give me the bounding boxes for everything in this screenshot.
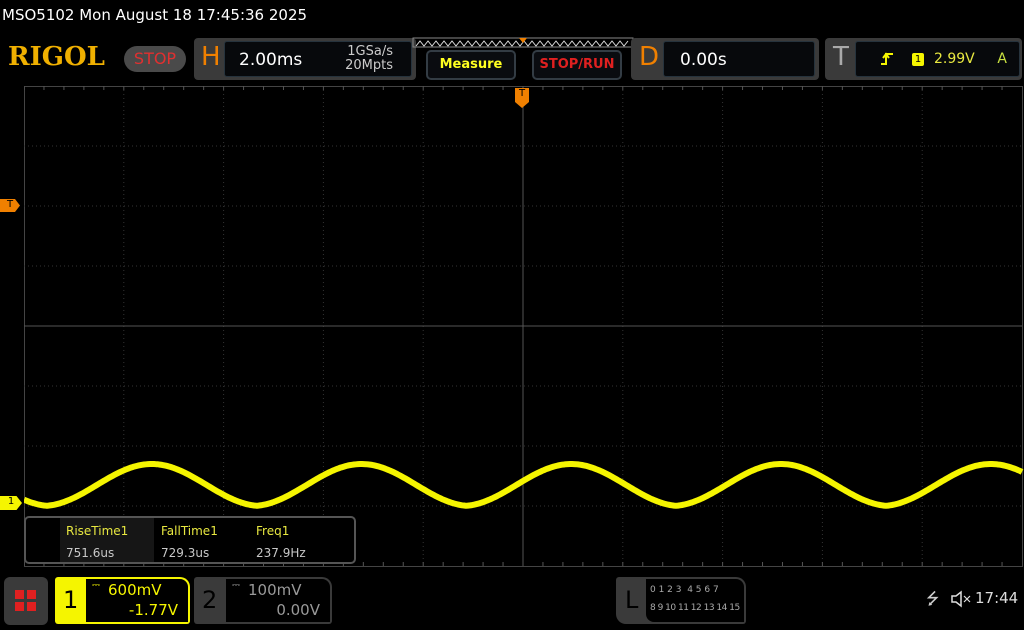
measurement-value: 237.9Hz: [256, 546, 306, 560]
channel-number: 2: [202, 586, 218, 614]
channel-scale: 600mV: [108, 581, 162, 599]
trigger-letter: T: [833, 42, 849, 72]
trigger-panel[interactable]: T 1 2.99V A: [825, 38, 1022, 80]
logic-analyzer-button[interactable]: L 0 1 2 3 4 5 6 7 8 9 10 11 12 13 14 15: [616, 577, 746, 624]
measurement-label: Freq1: [256, 524, 290, 538]
delay-value: 0.00s: [680, 50, 727, 70]
waveform-display[interactable]: [24, 86, 1024, 568]
logic-letter: L: [625, 586, 639, 614]
measurement-label: RiseTime1: [66, 524, 129, 538]
channel2-button[interactable]: 2 ⎓ 100mV 0.00V: [194, 577, 332, 624]
app-menu-button[interactable]: [4, 577, 48, 625]
window-title: MSO5102 Mon August 18 17:45:36 2025: [2, 6, 308, 24]
channel-offset: -1.77V: [128, 601, 178, 619]
measurement-panel: RiseTime1 751.6us FallTime1 729.3us Freq…: [24, 516, 356, 564]
measurement-label: FallTime1: [161, 524, 218, 538]
delay-letter: D: [639, 42, 660, 72]
channel-offset: 0.00V: [276, 601, 320, 619]
memory-position-bar[interactable]: [412, 37, 634, 49]
measure-button[interactable]: Measure: [426, 50, 516, 80]
horizontal-panel[interactable]: H 2.00ms 1GSa/s 20Mpts: [194, 38, 416, 80]
channel-scale: 100mV: [248, 581, 302, 599]
trigger-source-badge: 1: [912, 53, 924, 66]
trigger-level-marker[interactable]: T: [0, 199, 20, 212]
timebase-value: 2.00ms: [239, 50, 303, 70]
trigger-position-marker: [519, 38, 527, 43]
measurement-value: 729.3us: [161, 546, 210, 560]
dc-coupling-icon: ⎓: [232, 580, 240, 591]
dc-coupling-icon: ⎓: [92, 580, 100, 591]
stop-run-button[interactable]: STOP/RUN: [532, 50, 622, 80]
channel-number: 1: [63, 586, 79, 614]
rigol-logo: RIGOL: [8, 42, 105, 72]
clock: 17:44: [975, 589, 1019, 607]
memory-depth: 20Mpts: [345, 58, 393, 73]
logic-channels-row2: 8 9 10 11 12 13 14 15: [650, 603, 740, 613]
sample-rate: 1GSa/s: [347, 44, 393, 59]
grid-menu-icon: [15, 590, 36, 611]
run-state-badge[interactable]: STOP: [124, 46, 186, 72]
channel1-offset-marker[interactable]: 1: [0, 496, 22, 510]
channel1-button[interactable]: 1 ⎓ 600mV -1.77V: [55, 577, 190, 624]
delay-panel[interactable]: D 0.00s: [631, 38, 819, 80]
trigger-level: 2.99V: [934, 51, 975, 67]
measurement-value: 751.6us: [66, 546, 115, 560]
horizontal-letter: H: [201, 42, 221, 72]
usb-icon: ⭍: [926, 589, 940, 608]
logic-channels-row1: 0 1 2 3 4 5 6 7: [650, 585, 719, 595]
rising-edge-icon: [881, 52, 893, 65]
trigger-mode: A: [997, 51, 1007, 67]
speaker-muted-icon[interactable]: [950, 590, 972, 608]
